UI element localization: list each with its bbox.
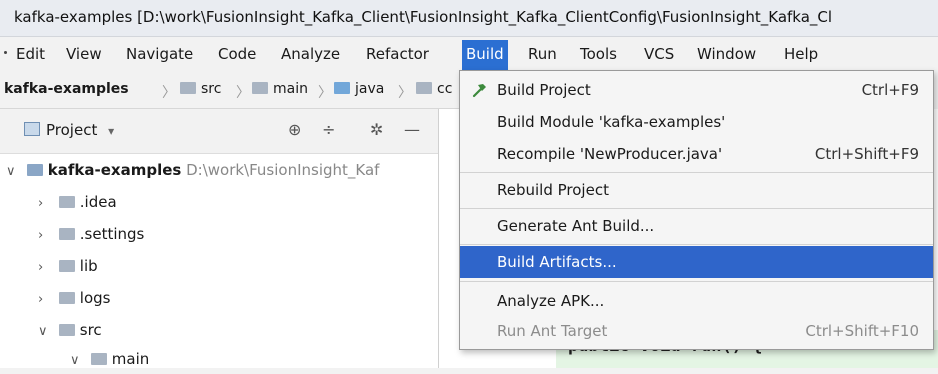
menu-item-build-module[interactable]: Build Module 'kafka-examples' [460, 106, 933, 138]
module-folder-icon [26, 164, 43, 176]
minimize-icon[interactable]: — [404, 120, 420, 139]
menu-window[interactable]: Window [693, 43, 760, 67]
breadcrumb-separator: 〉 [236, 85, 250, 101]
tree-item-lib[interactable]: › lib [38, 253, 98, 279]
menu-run[interactable]: Run [524, 43, 561, 67]
menu-view[interactable]: View [62, 43, 106, 67]
tree-root[interactable]: ∨ kafka-examples D:\work\FusionInsight_K… [6, 157, 379, 183]
project-icon [24, 122, 40, 136]
folder-icon [58, 228, 75, 240]
menu-item-build-project[interactable]: Build Project Ctrl+F9 [460, 74, 933, 106]
menu-analyze[interactable]: Analyze [277, 43, 344, 67]
menu-edit[interactable]: Edit [12, 43, 49, 67]
menu-item-run-ant-target: Run Ant Target Ctrl+Shift+F10 [497, 322, 919, 340]
chevron-right-icon[interactable]: › [38, 255, 54, 281]
menu-item-build-artifacts[interactable]: Build Artifacts... [460, 246, 933, 278]
tree-item-src[interactable]: ∨ src [38, 317, 102, 343]
build-menu-dropdown: Build Project Ctrl+F9 Build Module 'kafk… [459, 70, 934, 350]
project-toolwindow-header: Project ▾ ⊕ ÷ ✲ — [0, 109, 438, 154]
collapse-all-icon[interactable]: ÷ [322, 120, 335, 139]
menu-vcs[interactable]: VCS [640, 43, 678, 67]
breadcrumb-separator: 〉 [398, 85, 412, 101]
menu-separator [460, 208, 933, 209]
folder-icon [252, 82, 268, 94]
menu-refactor[interactable]: Refactor [362, 43, 433, 67]
menu-item-recompile[interactable]: Recompile 'NewProducer.java' Ctrl+Shift+… [460, 138, 933, 170]
breadcrumb-separator: 〉 [318, 85, 332, 101]
menu-navigate[interactable]: Navigate [122, 43, 197, 67]
tree-item-idea[interactable]: › .idea [38, 189, 117, 215]
breadcrumb-project[interactable]: kafka-examples [4, 81, 129, 97]
folder-icon [180, 82, 196, 94]
breadcrumb-java[interactable]: java [334, 81, 384, 97]
window-title: kafka-examples [D:\work\FusionInsight_Ka… [14, 8, 833, 26]
menu-item-analyze-apk[interactable]: Analyze APK... [460, 285, 933, 317]
chevron-down-icon[interactable]: ∨ [38, 319, 54, 345]
hammer-icon [472, 84, 486, 98]
gear-icon[interactable]: ✲ [370, 120, 383, 139]
project-tree: ∨ kafka-examples D:\work\FusionInsight_K… [0, 154, 438, 368]
menu-separator [460, 244, 933, 245]
tree-item-main[interactable]: ∨ main [70, 346, 149, 372]
chevron-down-icon[interactable]: ∨ [70, 348, 86, 374]
package-icon [416, 82, 432, 94]
menu-code[interactable]: Code [214, 43, 260, 67]
folder-icon [58, 324, 75, 336]
project-view-selector[interactable]: Project ▾ [24, 121, 114, 139]
breadcrumb: kafka-examples 〉 src 〉 main 〉 java 〉 cc [0, 72, 470, 109]
chevron-right-icon[interactable]: › [38, 223, 54, 249]
window-titlebar: kafka-examples [D:\work\FusionInsight_Ka… [0, 0, 938, 37]
chevron-down-icon[interactable]: ∨ [6, 159, 22, 185]
chevron-right-icon[interactable]: › [38, 287, 54, 313]
folder-icon [90, 353, 107, 365]
menu-build[interactable]: Build [462, 40, 508, 70]
menu-separator [460, 172, 933, 173]
menu-separator [460, 281, 933, 282]
folder-icon [58, 196, 75, 208]
menu-item-generate-ant-build[interactable]: Generate Ant Build... [460, 210, 933, 242]
menu-bar: Edit View Navigate Code Analyze Refactor… [0, 37, 938, 71]
menu-overflow-dot [4, 51, 7, 54]
breadcrumb-main[interactable]: main [252, 81, 308, 97]
source-folder-icon [334, 82, 350, 94]
folder-icon [58, 260, 75, 272]
tree-item-logs[interactable]: › logs [38, 285, 110, 311]
menu-item-rebuild-project[interactable]: Rebuild Project [460, 174, 933, 206]
menu-help[interactable]: Help [780, 43, 822, 67]
tree-item-settings[interactable]: › .settings [38, 221, 144, 247]
locate-target-icon[interactable]: ⊕ [288, 120, 301, 139]
breadcrumb-src[interactable]: src [180, 81, 221, 97]
breadcrumb-package[interactable]: cc [416, 81, 452, 97]
menu-tools[interactable]: Tools [576, 43, 621, 67]
folder-icon [58, 292, 75, 304]
chevron-down-icon: ▾ [108, 124, 115, 138]
breadcrumb-separator: 〉 [162, 85, 176, 101]
chevron-right-icon[interactable]: › [38, 191, 54, 217]
